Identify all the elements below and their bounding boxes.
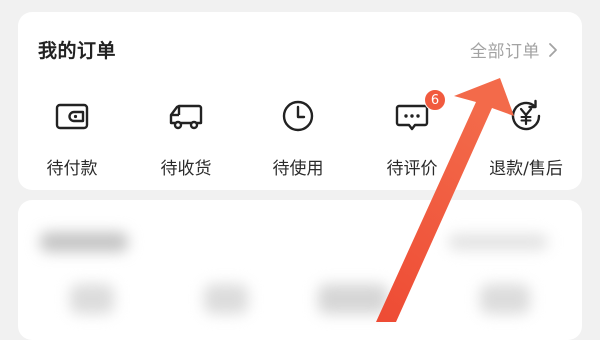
order-item-label: 待评价 [386,159,438,179]
clock-icon [278,96,318,136]
order-item-pending-review[interactable]: 6 待评价 [362,89,462,182]
blurred-item [70,284,114,314]
order-item-pending-receipt[interactable]: 待收货 [136,92,236,182]
orders-title: 我的订单 [38,40,117,62]
blurred-item [480,284,530,314]
order-item-label: 待付款 [46,159,98,179]
comment-icon: 6 [392,89,446,136]
order-item-label: 待使用 [272,159,324,179]
order-item-pending-use[interactable]: 待使用 [248,92,348,182]
all-orders-link[interactable]: 全部订单 [470,37,560,62]
blurred-item [204,284,248,314]
my-orders-card: 我的订单 全部订单 待付款 待收货 待使用 6 待评价 退款/售后 [18,12,582,190]
order-item-label: 退款/售后 [489,159,563,179]
orders-header: 我的订单 全部订单 [18,12,582,84]
order-item-label: 待收货 [160,159,212,179]
chevron-right-icon [549,42,557,57]
refund-yuan-icon [506,96,546,136]
wallet-icon [52,96,92,136]
blurred-title [40,232,128,252]
blurred-section-card [18,200,582,340]
all-orders-label: 全部订单 [470,42,540,62]
order-item-pending-payment[interactable]: 待付款 [22,92,122,182]
review-count-badge: 6 [424,89,446,111]
blurred-item [318,284,388,314]
truck-icon [166,96,206,136]
order-item-refund-after-sales[interactable]: 退款/售后 [476,92,576,182]
blurred-link [448,234,548,250]
